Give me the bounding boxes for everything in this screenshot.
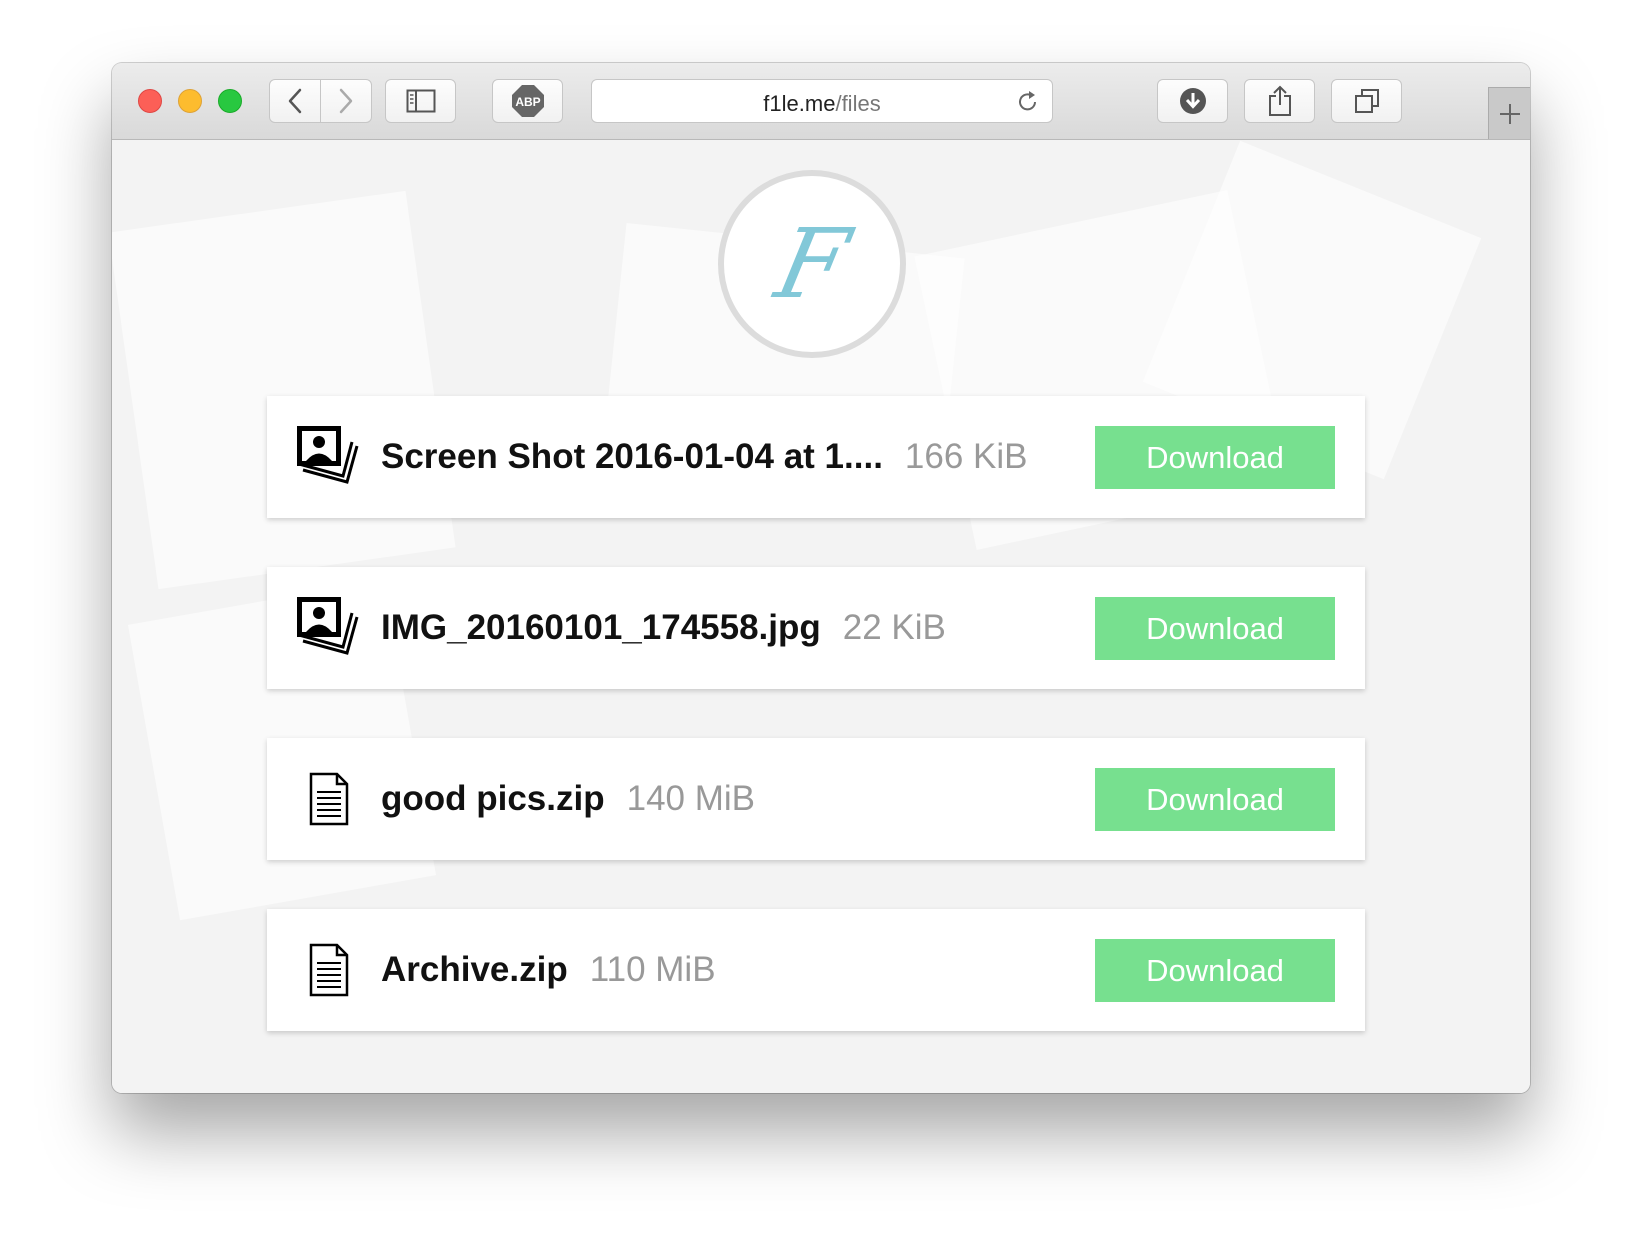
share-button[interactable] (1244, 79, 1315, 123)
tabs-overview-button[interactable] (1331, 79, 1402, 123)
file-name: IMG_20160101_174558.jpg (381, 608, 821, 647)
adblock-button[interactable]: ABP (492, 79, 563, 123)
downloads-icon (1179, 88, 1206, 114)
maximize-window-button[interactable] (218, 89, 242, 113)
tabs-icon (1354, 89, 1379, 113)
file-item: IMG_20160101_174558.jpg 22 KiB Download (267, 567, 1365, 689)
file-size: 166 KiB (904, 437, 1028, 476)
download-button[interactable]: Download (1095, 426, 1335, 489)
back-icon (288, 88, 302, 114)
reload-button[interactable] (1016, 90, 1040, 119)
image-stack-icon (297, 597, 359, 655)
download-button[interactable]: Download (1095, 939, 1335, 1002)
forward-icon (339, 88, 353, 114)
file-size: 140 MiB (626, 779, 756, 818)
file-info: IMG_20160101_174558.jpg 22 KiB (381, 567, 946, 689)
file-info: Screen Shot 2016-01-04 at 1.... 166 KiB (381, 396, 1028, 518)
file-item: Screen Shot 2016-01-04 at 1.... 166 KiB … (267, 396, 1365, 518)
download-button[interactable]: Download (1095, 768, 1335, 831)
new-tab-icon (1499, 103, 1520, 124)
document-icon (309, 772, 349, 826)
file-name: good pics.zip (381, 779, 605, 818)
adblock-icon: ABP (511, 85, 544, 117)
downloads-button[interactable] (1157, 79, 1228, 123)
reload-icon (1019, 91, 1036, 111)
address-bar[interactable]: f1le.me/files (591, 79, 1053, 123)
forward-button[interactable] (320, 80, 371, 122)
browser-window: ABP f1le.me/files F Screen Shot 2016-01-… (112, 63, 1530, 1093)
file-item: good pics.zip 140 MiB Download (267, 738, 1365, 860)
minimize-window-button[interactable] (178, 89, 202, 113)
logo-letter: F (766, 208, 858, 320)
new-tab-button[interactable] (1488, 87, 1530, 139)
site-logo: F (718, 170, 906, 358)
file-info: Archive.zip 110 MiB (381, 909, 716, 1031)
file-size: 110 MiB (589, 950, 716, 989)
share-icon (1268, 85, 1291, 116)
file-item: Archive.zip 110 MiB Download (267, 909, 1365, 1031)
address-url: f1le.me/files (592, 91, 1052, 117)
document-icon (309, 943, 349, 997)
url-path: /files (835, 91, 881, 116)
url-host: f1le.me (763, 91, 836, 116)
page-content: F Screen Shot 2016-01-04 at 1.... 166 Ki… (112, 140, 1530, 1093)
file-info: good pics.zip 140 MiB (381, 738, 755, 860)
browser-toolbar: ABP f1le.me/files (112, 63, 1530, 140)
navigation-buttons (269, 79, 372, 123)
file-name: Archive.zip (381, 950, 568, 989)
sidebar-button[interactable] (385, 79, 456, 123)
file-size: 22 KiB (842, 608, 946, 647)
back-button[interactable] (270, 80, 320, 122)
adblock-label: ABP (515, 95, 540, 109)
sidebar-icon (406, 89, 435, 113)
background-shape (112, 190, 456, 590)
image-stack-icon (297, 426, 359, 484)
close-window-button[interactable] (138, 89, 162, 113)
download-button[interactable]: Download (1095, 597, 1335, 660)
file-name: Screen Shot 2016-01-04 at 1.... (381, 437, 883, 476)
